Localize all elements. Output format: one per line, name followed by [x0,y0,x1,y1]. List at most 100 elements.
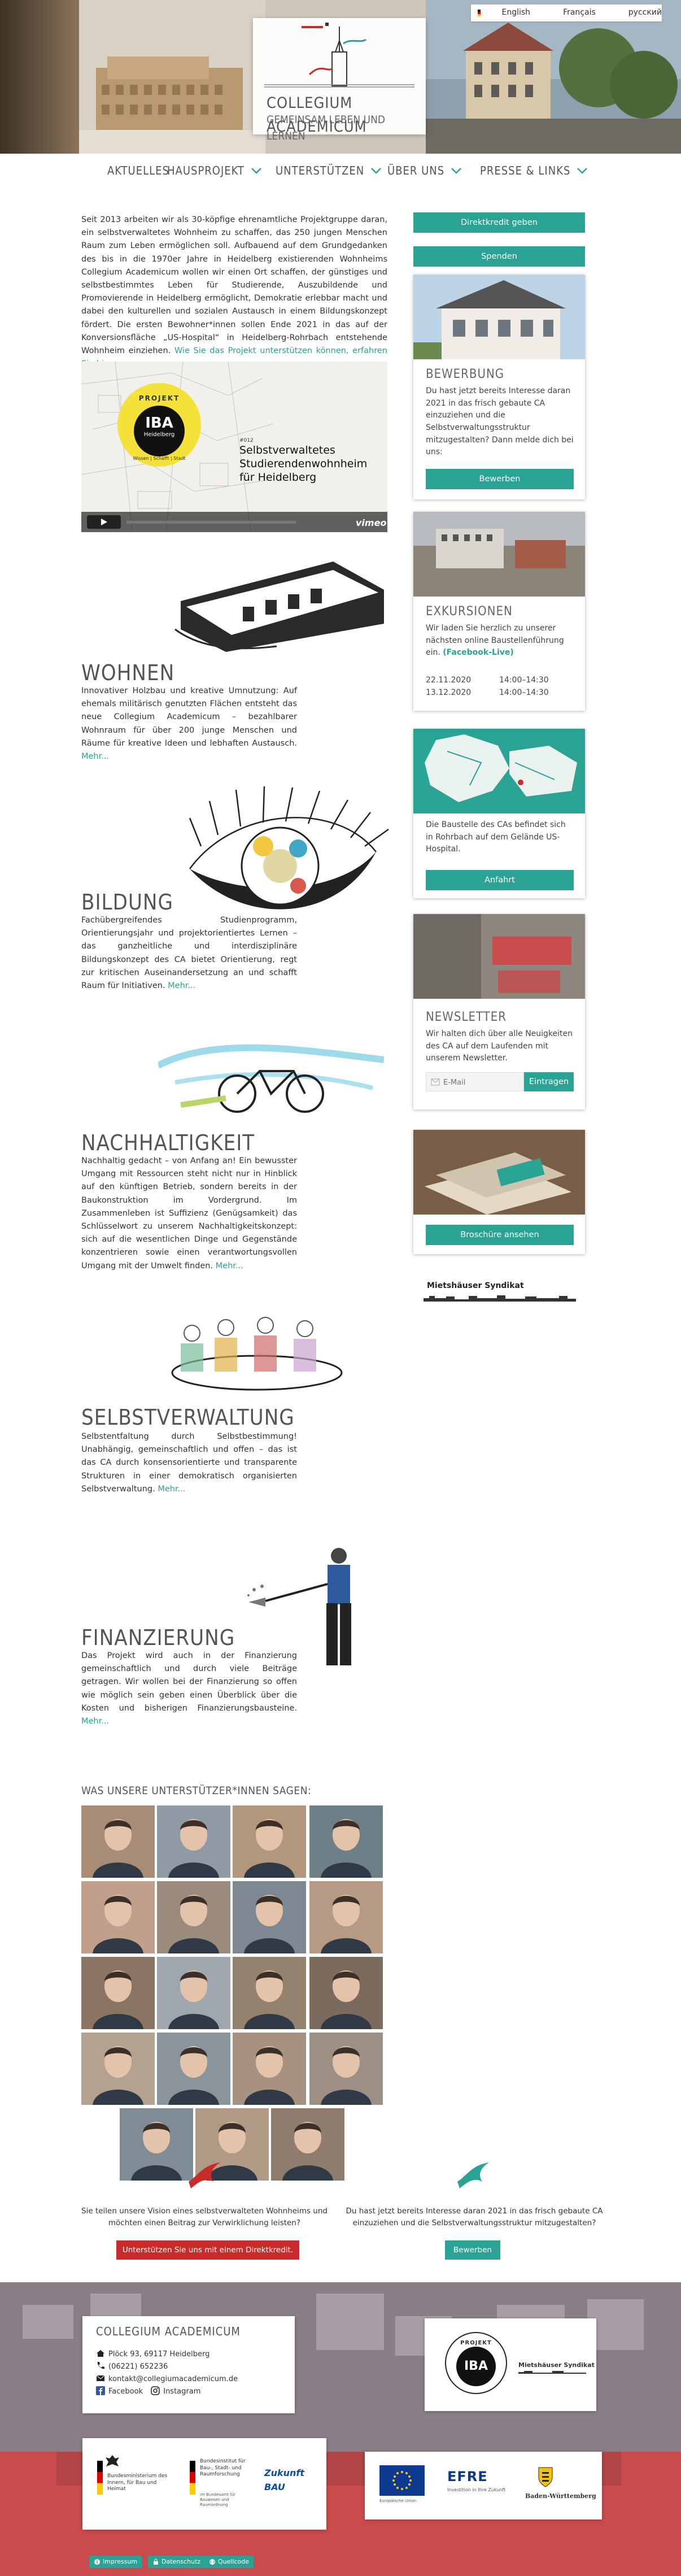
eintragen-button[interactable]: Eintragen [524,1072,574,1091]
nav-label: ÜBER UNS [387,163,445,177]
newsletter-email-field[interactable] [426,1072,524,1091]
supporter-photo[interactable] [81,1881,155,1953]
supporter-photo[interactable] [157,1957,230,2029]
instagram-icon [151,2386,160,2395]
facebook-link[interactable]: Facebook [108,2387,143,2396]
lang-english[interactable]: English [502,7,531,19]
video-title-line2: Studierendenwohnheim [239,457,368,470]
play-button[interactable] [87,515,121,529]
main-nav: AKTUELLES HAUSPROJEKT UNTERSTÜTZEN ÜBER … [0,154,681,189]
footer-bbsr-sub: im Bundesamt für Bauwesen und Raumordnun… [200,2492,235,2508]
footer-syndikat[interactable]: Mietshäuser Syndikat [518,2360,595,2370]
supporter-photo[interactable] [309,2033,383,2105]
syndikat-label[interactable]: Mietshäuser Syndikat [427,1280,524,1293]
bw-coat-of-arms-icon [538,2467,553,2487]
info-icon [94,2559,100,2565]
supporter-portrait [157,2033,230,2105]
supporter-photo[interactable] [233,1881,306,1953]
footer-phone[interactable]: (06221) 652236 [108,2362,168,2371]
wohnen-illustration [174,562,384,652]
bw-label: Baden-Württemberg [525,2492,596,2500]
play-icon [101,519,107,525]
exkursion-time-1: 14:00–14:30 [499,676,549,685]
exkursion-date-2: 13.12.2020 [426,688,472,697]
bewerbung-title: BEWERBUNG [426,367,505,381]
supporter-photo[interactable] [233,2033,306,2105]
supporter-photo[interactable] [81,1805,155,1878]
supporter-photo[interactable] [309,1957,383,2029]
supporter-portrait [233,1881,306,1953]
efre-sub: Investition in Ihre Zukunft [447,2487,506,2492]
footer-syndikat-skyline [518,2371,586,2374]
lang-russian[interactable]: русский [628,7,662,19]
site-logo[interactable]: COLLEGIUM ACADEMICUM GEMEINSAM LEBEN UND… [253,18,426,142]
supporter-photo[interactable] [309,1881,383,1953]
supporter-photo[interactable] [120,2108,193,2181]
eu-stars [392,2471,412,2490]
lang-francais[interactable]: Français [563,7,596,19]
teal-bird-icon [457,2162,489,2188]
section-text-bildung: Fachübergreifendes Studienprogramm, Orie… [81,914,297,993]
iba-badge-city: Heidelberg [143,432,175,438]
bewerbung-image [413,275,585,359]
syndikat-skyline [424,1295,576,1302]
supporter-photo[interactable] [157,2033,230,2105]
footer-funding-card-right: Europäische Union EFRE Investition in Ih… [365,2452,602,2520]
efre-logo: EFRE [447,2469,488,2484]
cta-bewerben-button[interactable]: Bewerben [445,2240,500,2260]
more-link-selbstverwaltung[interactable]: Mehr... [158,1485,185,1494]
direktkredit-button[interactable]: Direktkredit geben [413,212,585,233]
supporter-portrait [309,1957,383,2029]
footer-iba-logo[interactable]: PROJEKT IBA [445,2332,507,2394]
footer-email-row: kontakt@collegiumacademicum.de [96,2374,238,2385]
supporter-photo[interactable] [81,1957,155,2029]
supporter-photo[interactable] [81,2033,155,2105]
supporter-photo[interactable] [157,1805,230,1878]
video-player[interactable]: PROJEKT IBA Heidelberg Wissen | Schafft … [81,362,387,532]
more-link-bildung[interactable]: Mehr... [168,981,195,990]
supporter-photo[interactable] [233,1957,306,2029]
video-progress[interactable] [126,521,296,524]
supporter-photo[interactable] [271,2108,344,2181]
broschuere-button[interactable]: Broschüre ansehen [426,1225,574,1245]
nav-ueber-uns[interactable]: ÜBER UNS [387,160,462,181]
footer-email[interactable]: kontakt@collegiumacademicum.de [108,2375,238,2383]
supporter-photo[interactable] [157,1881,230,1953]
envelope-icon [431,1078,440,1086]
section-paragraph: Fachübergreifendes Studienprogramm, Orie… [81,916,297,990]
supporter-portrait [233,1957,306,2029]
supporter-portrait [157,1881,230,1953]
language-switcher: English Français русский [471,5,662,21]
nav-presse-links[interactable]: PRESSE & LINKS [480,160,588,181]
bewerbung-text: Du hast jetzt bereits Interesse daran 20… [426,386,574,457]
anfahrt-button[interactable]: Anfahrt [426,870,574,890]
cta-right-text: Du hast jetzt bereits Interesse daran 20… [346,2207,603,2227]
supporter-portrait [233,2033,306,2105]
more-link-wohnen[interactable]: Mehr... [81,752,109,761]
footer-org-name: COLLEGIUM ACADEMICUM [96,2325,241,2338]
nav-aktuelles[interactable]: AKTUELLES [107,160,169,181]
nachhaltigkeit-bike-illustration [158,1044,384,1113]
section-text-finanzierung: Das Projekt wird auch in der Finanzierun… [81,1650,297,1728]
email-input[interactable] [443,1076,521,1089]
vimeo-logo[interactable]: vimeo [356,516,386,530]
nav-unterstuetzen[interactable]: UNTERSTÜTZEN [276,160,382,181]
cta-direktkredit-button[interactable]: Unterstützen Sie uns mit einem Direktkre… [116,2240,299,2260]
more-link-finanzierung[interactable]: Mehr... [81,1717,109,1726]
facebook-live-link[interactable]: (Facebook-Live) [443,648,514,657]
more-link-nachhaltigkeit[interactable]: Mehr... [216,1261,243,1270]
section-paragraph: Nachhaltig gedacht – von Anfang an! Ein … [81,1156,297,1270]
bewerben-button[interactable]: Bewerben [426,469,574,489]
supporter-photo[interactable] [309,1805,383,1878]
impressum-link[interactable]: Impressum [89,2556,142,2568]
supporter-photo[interactable] [233,1805,306,1878]
footer-social-row: Facebook Instagram [96,2386,200,2397]
supporter-portrait [233,1805,306,1878]
datenschutz-link[interactable]: Datenschutz [148,2556,206,2568]
anfahrt-map[interactable] [413,729,585,813]
nav-hausprojekt[interactable]: HAUSPROJEKT [167,160,263,181]
spenden-button[interactable]: Spenden [413,246,585,267]
supporter-portrait [120,2108,193,2181]
instagram-link[interactable]: Instagram [163,2387,200,2396]
quellcode-link[interactable]: Quellcode [204,2556,254,2568]
